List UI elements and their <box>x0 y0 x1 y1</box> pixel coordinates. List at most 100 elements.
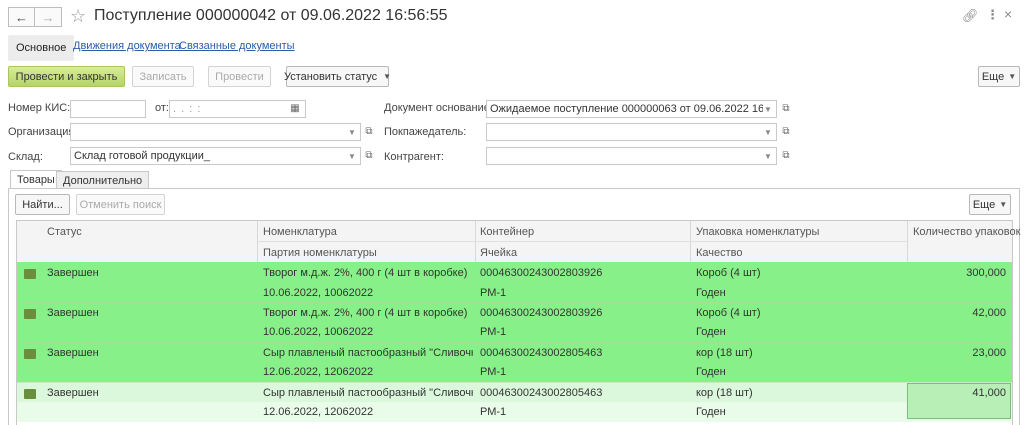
dropdown-icon[interactable]: ▼ <box>347 152 357 161</box>
more-label: Еще <box>981 70 1005 83</box>
column-header-batch[interactable]: Партия номенклатуры <box>263 247 377 259</box>
cell-qty: 42,000 <box>972 307 1006 319</box>
dropdown-icon[interactable]: ▼ <box>347 128 357 137</box>
cell-cell: РМ-1 <box>480 406 507 418</box>
tab-additional[interactable]: Дополнительно <box>56 171 150 189</box>
row-status-icon <box>24 349 36 359</box>
cell-qty: 41,000 <box>972 387 1006 399</box>
dropdown-icon: ▼ <box>999 200 1008 209</box>
back-arrow-icon: ← <box>15 9 28 25</box>
navigation-buttons: ← → <box>8 7 62 27</box>
cell-batch: 12.06.2022, 12062022 <box>263 406 374 418</box>
basis-document-label: Документ основание: <box>384 102 493 114</box>
row-status-icon <box>24 269 36 279</box>
from-date-field[interactable]: . . : : ▦ <box>169 100 306 118</box>
column-header-qty[interactable]: Количество упаковок <box>913 226 1020 238</box>
column-header-container[interactable]: Контейнер <box>480 226 534 238</box>
organization-field[interactable]: ▼ <box>70 123 361 141</box>
open-icon[interactable]: ⧉ <box>362 125 376 139</box>
open-icon[interactable]: ⧉ <box>779 149 793 163</box>
open-icon[interactable]: ⧉ <box>362 149 376 163</box>
header-divider <box>258 241 907 242</box>
cell-package: кор (18 шт) <box>696 387 753 399</box>
cell-batch: 10.06.2022, 10062022 <box>263 326 374 338</box>
cell-status: Завершен <box>47 347 99 359</box>
tab-main[interactable]: Основное <box>8 35 75 61</box>
cell-nomenclature: Творог м.д.ж. 2%, 400 г (4 шт в коробке) <box>263 267 468 279</box>
calendar-icon[interactable]: ▦ <box>288 102 302 116</box>
organization-label: Организация <box>8 126 75 138</box>
cell-quality: Годен <box>696 366 726 378</box>
cell-container: 00046300243002803926 <box>480 267 603 279</box>
column-header-quality[interactable]: Качество <box>696 247 743 259</box>
cell-package: Короб (4 шт) <box>696 307 761 319</box>
dropdown-icon: ▼ <box>1008 72 1017 81</box>
basis-document-field[interactable]: Ожидаемое поступление 000000063 от 09.06… <box>486 100 777 118</box>
page-title: Поступление 000000042 от 09.06.2022 16:5… <box>94 7 448 24</box>
tab-related[interactable]: Связанные документы <box>179 40 295 52</box>
star-icon[interactable]: ☆ <box>70 7 86 25</box>
cell-container: 00046300243002803926 <box>480 307 603 319</box>
tab-movements[interactable]: Движения документа <box>73 40 181 52</box>
column-header-nomenclature[interactable]: Номенклатура <box>263 226 337 238</box>
close-icon[interactable]: × <box>1004 6 1012 22</box>
cell-status: Завершен <box>47 307 99 319</box>
cell-cell: РМ-1 <box>480 366 507 378</box>
warehouse-field[interactable]: Склад готовой продукции_ ▼ <box>70 147 361 165</box>
tab-goods[interactable]: Товары <box>10 170 62 189</box>
cell-package: кор (18 шт) <box>696 347 753 359</box>
from-date-label: от: <box>155 102 169 114</box>
open-icon[interactable]: ⧉ <box>779 125 793 139</box>
contractor-field[interactable]: ▼ <box>486 147 777 165</box>
link-icon[interactable]: 🔗︎ <box>962 8 979 24</box>
cell-cell: РМ-1 <box>480 326 507 338</box>
cell-package: Короб (4 шт) <box>696 267 761 279</box>
kis-number-field[interactable] <box>70 100 146 118</box>
column-header-status[interactable]: Статус <box>47 226 82 238</box>
row-status-icon <box>24 389 36 399</box>
forward-arrow-icon: → <box>41 9 55 25</box>
cell-quality: Годен <box>696 406 726 418</box>
cell-nomenclature: Сыр плавленый пастообразный "Сливочный..… <box>263 387 473 399</box>
cell-nomenclature: Творог м.д.ж. 2%, 400 г (4 шт в коробке) <box>263 307 468 319</box>
column-header-package[interactable]: Упаковка номенклатуры <box>696 226 819 238</box>
dropdown-icon[interactable]: ▼ <box>763 152 773 161</box>
cell-nomenclature: Сыр плавленый пастообразный "Сливочный..… <box>263 347 473 359</box>
table-more-label: Еще <box>972 198 996 211</box>
post-button[interactable]: Провести <box>208 66 271 87</box>
more-button[interactable]: Еще ▼ <box>978 66 1020 87</box>
cell-batch: 10.06.2022, 10062022 <box>263 287 374 299</box>
contractor-label: Контрагент: <box>384 151 444 163</box>
dropdown-icon: ▼ <box>383 72 392 81</box>
table-more-button[interactable]: Еще ▼ <box>969 194 1011 215</box>
cancel-search-button[interactable]: Отменить поиск <box>76 194 165 215</box>
table-row-second-line <box>17 402 1012 422</box>
header-divider <box>907 221 908 262</box>
row-status-icon <box>24 309 36 319</box>
forward-button[interactable]: → <box>35 7 62 27</box>
set-status-label: Установить статус <box>283 70 378 83</box>
cell-quality: Годен <box>696 287 726 299</box>
dropdown-icon[interactable]: ▼ <box>763 105 773 114</box>
save-button[interactable]: Записать <box>132 66 194 87</box>
cell-status: Завершен <box>47 387 99 399</box>
buyer-field[interactable]: ▼ <box>486 123 777 141</box>
set-status-button[interactable]: Установить статус ▼ <box>283 66 392 87</box>
cell-batch: 12.06.2022, 12062022 <box>263 366 374 378</box>
column-header-cell[interactable]: Ячейка <box>480 247 517 259</box>
cell-container: 00046300243002805463 <box>480 347 603 359</box>
cell-qty: 23,000 <box>972 347 1006 359</box>
kis-number-label: Номер КИС: <box>8 102 71 114</box>
warehouse-label: Склад: <box>8 151 43 163</box>
cell-cell: РМ-1 <box>480 287 507 299</box>
find-button[interactable]: Найти... <box>15 194 70 215</box>
cell-status: Завершен <box>47 267 99 279</box>
buyer-label: Покпажедатель: <box>384 126 467 138</box>
open-icon[interactable]: ⧉ <box>779 102 793 116</box>
back-button[interactable]: ← <box>8 7 35 27</box>
cell-container: 00046300243002805463 <box>480 387 603 399</box>
dropdown-icon[interactable]: ▼ <box>763 128 773 137</box>
kebab-menu-icon[interactable]: ⋮ <box>986 7 999 23</box>
cell-quality: Годен <box>696 326 726 338</box>
post-and-close-button[interactable]: Провести и закрыть <box>8 66 125 87</box>
